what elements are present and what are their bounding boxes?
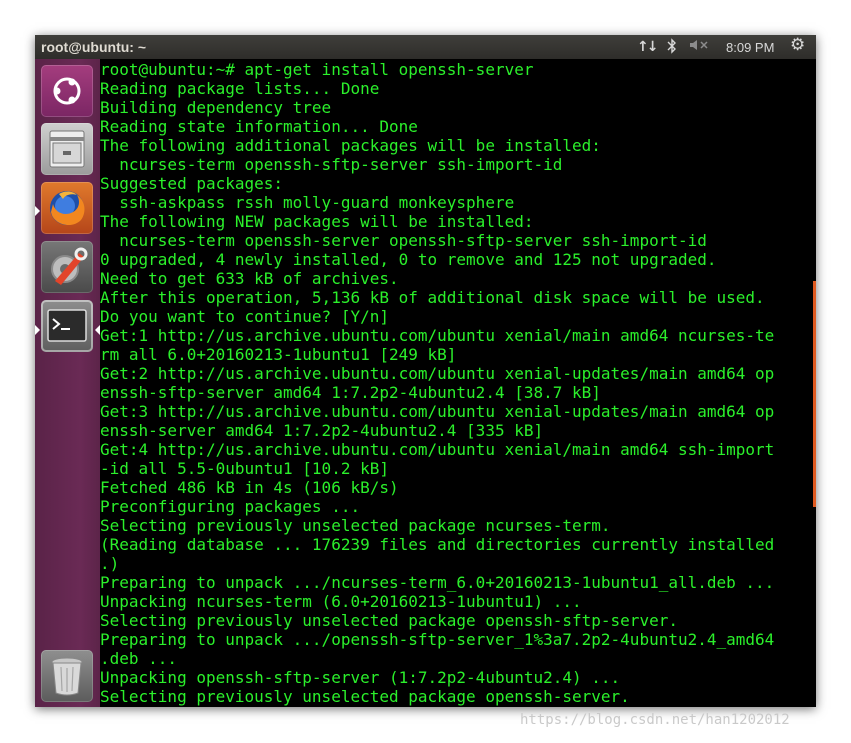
terminal-line: Preparing to unpack .../ncurses-term_6.0… xyxy=(100,573,775,592)
terminal-line: Reading package lists... Done xyxy=(100,79,380,98)
terminal-line: Get:4 http://us.archive.ubuntu.com/ubunt… xyxy=(100,440,775,459)
terminal-line: After this operation, 5,136 kB of additi… xyxy=(100,288,765,307)
ubuntu-logo-icon xyxy=(53,77,81,105)
settings-wrench-icon xyxy=(51,247,88,285)
running-indicator xyxy=(35,325,40,335)
terminal-line: .deb ... xyxy=(100,649,178,668)
terminal-line: -id all 5.5-0ubuntu1 [10.2 kB] xyxy=(100,459,389,478)
terminal-line: Get:2 http://us.archive.ubuntu.com/ubunt… xyxy=(100,364,775,383)
launcher-item-settings[interactable] xyxy=(41,241,93,293)
bluetooth-icon[interactable] xyxy=(667,38,677,60)
top-panel: root@ubuntu: ~ ↑↓ 8:09 PM ⚙ xyxy=(35,35,816,59)
network-arrows-icon[interactable]: ↑↓ xyxy=(637,38,659,56)
terminal-line: enssh-sftp-server amd64 1:7.2p2-4ubuntu2… xyxy=(100,383,601,402)
file-cabinet-icon xyxy=(49,130,85,168)
ubuntu-desktop: root@ubuntu: ~ ↑↓ 8:09 PM ⚙ root@ubuntu:… xyxy=(35,35,816,707)
clock[interactable]: 8:09 PM xyxy=(726,39,774,57)
terminal-line: Preconfiguring packages ... xyxy=(100,497,361,516)
terminal-line: Unpacking openssh-sftp-server (1:7.2p2-4… xyxy=(100,668,621,687)
launcher-item-files[interactable] xyxy=(41,123,93,175)
terminal-line: enssh-server amd64 1:7.2p2-4ubuntu2.4 [3… xyxy=(100,421,544,440)
firefox-icon xyxy=(50,191,85,226)
terminal-line: Selecting previously unselected package … xyxy=(100,687,630,706)
terminal-line: ssh-askpass rssh molly-guard monkeyspher… xyxy=(100,193,515,212)
terminal-line: Get:1 http://us.archive.ubuntu.com/ubunt… xyxy=(100,326,775,345)
terminal-line: Preparing to unpack .../openssh-sftp-ser… xyxy=(100,630,775,649)
running-indicator xyxy=(35,206,40,216)
terminal-line: Fetched 486 kB in 4s (106 kB/s) xyxy=(100,478,399,497)
terminal-line: Need to get 633 kB of archives. xyxy=(100,269,399,288)
terminal-line: Reading state information... Done xyxy=(100,117,418,136)
terminal-line: .) xyxy=(100,554,120,573)
watermark: https://blog.csdn.net/han1202012 xyxy=(520,712,790,728)
window-title: root@ubuntu: ~ xyxy=(41,39,147,55)
scroll-indicator[interactable] xyxy=(813,281,816,507)
launcher-item-terminal[interactable] xyxy=(41,300,93,352)
terminal-line: root@ubuntu:~# apt-get install openssh-s… xyxy=(100,60,534,79)
terminal-line: Suggested packages: xyxy=(100,174,284,193)
terminal-line: 0 upgraded, 4 newly installed, 0 to remo… xyxy=(100,250,717,269)
volume-muted-icon[interactable] xyxy=(689,38,711,57)
terminal-line: ncurses-term openssh-sftp-server ssh-imp… xyxy=(100,155,563,174)
terminal-window[interactable]: root@ubuntu:~# apt-get install openssh-s… xyxy=(100,59,816,707)
launcher-item-trash[interactable] xyxy=(41,650,93,702)
terminal-line: The following NEW packages will be insta… xyxy=(100,212,534,231)
terminal-line: ncurses-term openssh-server openssh-sftp… xyxy=(100,231,707,250)
terminal-line: Selecting previously unselected package … xyxy=(100,516,611,535)
terminal-line: rm all 6.0+20160213-1ubuntu1 [249 kB] xyxy=(100,345,457,364)
terminal-line: Selecting previously unselected package … xyxy=(100,611,678,630)
terminal-line: Get:3 http://us.archive.ubuntu.com/ubunt… xyxy=(100,402,775,421)
terminal-line: Unpacking ncurses-term (6.0+20160213-1ub… xyxy=(100,592,582,611)
launcher-item-dash[interactable] xyxy=(41,65,93,117)
terminal-line: Do you want to continue? [Y/n] xyxy=(100,307,389,326)
system-gear-icon[interactable]: ⚙ xyxy=(790,36,805,54)
trash-icon xyxy=(51,657,83,696)
terminal-output: root@ubuntu:~# apt-get install openssh-s… xyxy=(100,60,774,706)
terminal-line: The following additional packages will b… xyxy=(100,136,601,155)
terminal-line: Building dependency tree xyxy=(100,98,332,117)
terminal-line: (Reading database ... 176239 files and d… xyxy=(100,535,775,554)
terminal-icon xyxy=(47,309,87,342)
unity-launcher xyxy=(35,59,100,707)
launcher-item-firefox[interactable] xyxy=(41,182,93,234)
